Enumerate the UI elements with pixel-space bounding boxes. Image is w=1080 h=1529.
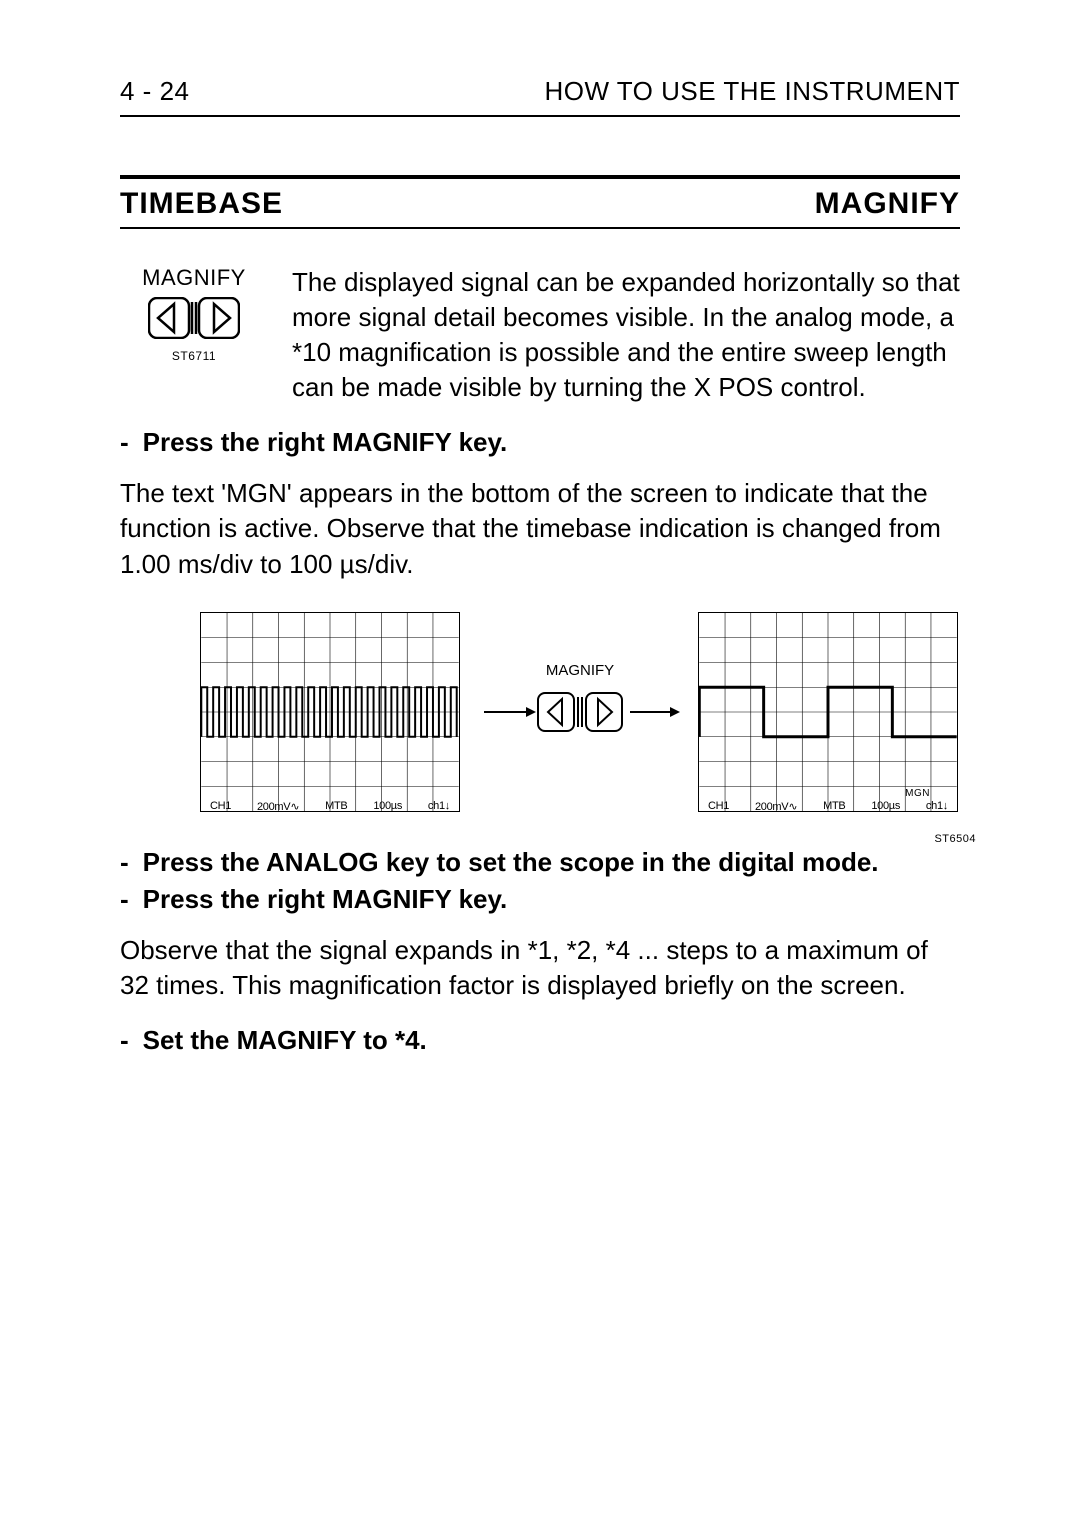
intro-row: MAGNIFY ST6711 The displayed signal can … <box>120 265 960 405</box>
readout-extra: ch1↓ <box>926 800 948 813</box>
chapter-title: HOW TO USE THE INSTRUMENT <box>544 76 960 107</box>
readout-tdiv: 100µs <box>871 800 900 813</box>
step-text: Press the right MAGNIFY key. <box>143 427 508 458</box>
step-item: - Set the MAGNIFY to *4. <box>120 1025 960 1056</box>
mid-label: MAGNIFY <box>546 662 614 679</box>
step-text: Press the right MAGNIFY key. <box>143 884 508 915</box>
after-step-2-paragraph: Observe that the signal expands in *1, *… <box>120 933 960 1003</box>
step-list-2: - Press the ANALOG key to set the scope … <box>120 847 960 915</box>
magnify-key-figure-ref: ST6711 <box>120 349 268 363</box>
step-text: Press the ANALOG key to set the scope in… <box>143 847 879 878</box>
scope-figure-ref: ST6504 <box>934 833 976 845</box>
scope-figure: CH1 200mV∿ MTB 100µs ch1↓ MAGNIFY <box>120 612 960 817</box>
manual-page: 4 - 24 HOW TO USE THE INSTRUMENT TIMEBAS… <box>0 0 1080 1529</box>
scope-panel-before: CH1 200mV∿ MTB 100µs ch1↓ <box>200 612 462 817</box>
readout-mtb: MTB <box>823 800 845 813</box>
step-text: Set the MAGNIFY to *4. <box>143 1025 427 1056</box>
magnify-key-figure: MAGNIFY ST6711 <box>120 265 268 405</box>
bullet-icon: - <box>120 884 129 915</box>
section-right-title: MAGNIFY <box>815 187 960 221</box>
bullet-icon: - <box>120 847 129 878</box>
running-header: 4 - 24 HOW TO USE THE INSTRUMENT <box>120 76 960 117</box>
step-item: - Press the right MAGNIFY key. <box>120 427 960 458</box>
scope-magnify-midblock: MAGNIFY <box>480 657 680 772</box>
magnify-key-label: MAGNIFY <box>120 265 268 291</box>
scope-grid-after <box>698 612 958 812</box>
magnify-transition-icon: MAGNIFY <box>480 657 680 767</box>
magnify-key-icon <box>148 297 240 339</box>
readout-vdiv: 200mV∿ <box>257 800 299 813</box>
step-list-3: - Set the MAGNIFY to *4. <box>120 1025 960 1056</box>
bullet-icon: - <box>120 427 129 458</box>
section-left-title: TIMEBASE <box>120 187 283 221</box>
readout-ch: CH1 <box>210 800 231 813</box>
step-item: - Press the ANALOG key to set the scope … <box>120 847 960 878</box>
bullet-icon: - <box>120 1025 129 1056</box>
readout-vdiv: 200mV∿ <box>755 800 797 813</box>
step-item: - Press the right MAGNIFY key. <box>120 884 960 915</box>
readout-extra: ch1↓ <box>428 800 450 813</box>
intro-paragraph: The displayed signal can be expanded hor… <box>292 265 960 405</box>
readout-tdiv: 100µs <box>373 800 402 813</box>
page-number: 4 - 24 <box>120 76 190 107</box>
mgn-indicator: MGN <box>905 788 930 799</box>
scope-panel-after: MGN CH1 200mV∿ MTB 100µs ch1↓ ST6504 <box>698 612 960 817</box>
step-list-1: - Press the right MAGNIFY key. <box>120 427 960 458</box>
section-title-bar: TIMEBASE MAGNIFY <box>120 175 960 229</box>
scope-grid-before <box>200 612 460 812</box>
after-step-1-paragraph: The text 'MGN' appears in the bottom of … <box>120 476 960 581</box>
readout-mtb: MTB <box>325 800 347 813</box>
scope-readout-after: CH1 200mV∿ MTB 100µs ch1↓ <box>708 800 948 813</box>
readout-ch: CH1 <box>708 800 729 813</box>
scope-readout-before: CH1 200mV∿ MTB 100µs ch1↓ <box>210 800 450 813</box>
